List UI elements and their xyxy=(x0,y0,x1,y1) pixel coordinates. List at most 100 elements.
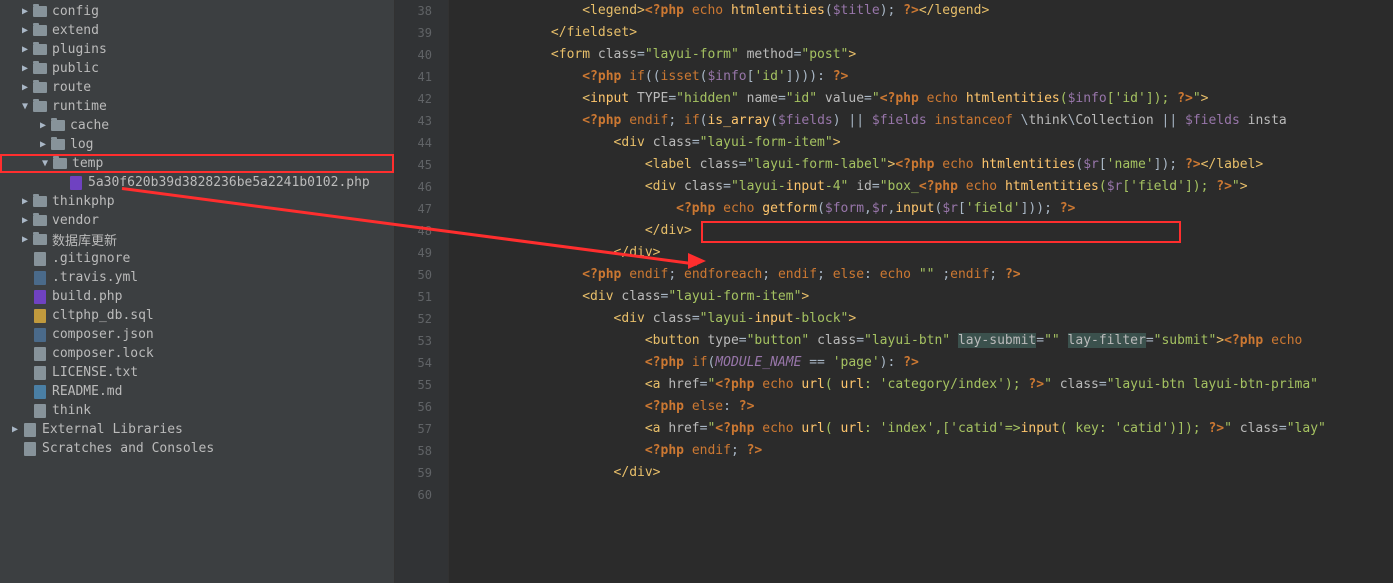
code-line[interactable]: <div class="layui-input-block"> xyxy=(449,308,1393,330)
code-line[interactable]: </fieldset> xyxy=(449,22,1393,44)
code-line[interactable]: <?php endif; if(is_array($fields) || $fi… xyxy=(449,110,1393,132)
tree-file[interactable]: ·build.php xyxy=(0,287,394,306)
chevron-right-icon: ▶ xyxy=(18,215,32,226)
chevron-right-icon: ▶ xyxy=(8,424,22,435)
line-number: 60 xyxy=(395,484,448,506)
folder-icon xyxy=(32,62,48,76)
file-icon xyxy=(32,347,48,361)
tree-label: README.md xyxy=(52,384,122,399)
folder-icon xyxy=(32,81,48,95)
tree-file[interactable]: ·.gitignore xyxy=(0,249,394,268)
line-number: 49 xyxy=(395,242,448,264)
tree-file[interactable]: ·think xyxy=(0,401,394,420)
tree-label: composer.json xyxy=(52,327,154,342)
line-number-gutter: 38 39 40 41 42 43 44 45 46 47 48 49 50 5… xyxy=(395,0,449,583)
line-number: 56 xyxy=(395,396,448,418)
tree-folder[interactable]: ▶vendor xyxy=(0,211,394,230)
code-line[interactable]: <a href="<?php echo url( url: 'category/… xyxy=(449,374,1393,396)
line-number: 55 xyxy=(395,374,448,396)
tree-label: 数据库更新 xyxy=(52,230,117,249)
tree-folder[interactable]: ▶ config xyxy=(0,2,394,21)
tree-label: Scratches and Consoles xyxy=(42,441,214,456)
tree-file[interactable]: ·cltphp_db.sql xyxy=(0,306,394,325)
tree-folder[interactable]: ▼runtime xyxy=(0,97,394,116)
tree-folder-highlighted[interactable]: ▼ temp xyxy=(0,154,394,173)
code-line[interactable]: <button type="button" class="layui-btn" … xyxy=(449,330,1393,352)
code-line[interactable]: </div> xyxy=(449,242,1393,264)
code-content[interactable]: <legend><?php echo htmlentities($title);… xyxy=(449,0,1393,583)
tree-file[interactable]: ·composer.json xyxy=(0,325,394,344)
folder-icon xyxy=(50,119,66,133)
folder-icon xyxy=(32,100,48,114)
code-line[interactable]: <legend><?php echo htmlentities($title);… xyxy=(449,0,1393,22)
tree-folder[interactable]: ▶extend xyxy=(0,21,394,40)
code-line[interactable]: <label class="layui-form-label"><?php ec… xyxy=(449,154,1393,176)
tree-label: .travis.yml xyxy=(52,270,138,285)
code-line[interactable]: <?php if((isset($info['id']))): ?> xyxy=(449,66,1393,88)
line-number: 40 xyxy=(395,44,448,66)
code-line[interactable]: <?php else: ?> xyxy=(449,396,1393,418)
tree-label: temp xyxy=(72,156,103,171)
folder-icon xyxy=(32,24,48,38)
tree-label: config xyxy=(52,4,99,19)
line-number: 41 xyxy=(395,66,448,88)
chevron-down-icon: ▼ xyxy=(18,101,32,112)
php-file-icon xyxy=(68,176,84,190)
line-number: 58 xyxy=(395,440,448,462)
tree-scratches[interactable]: ·Scratches and Consoles xyxy=(0,439,394,458)
chevron-down-icon: ▼ xyxy=(38,158,52,169)
txt-file-icon xyxy=(32,366,48,380)
json-file-icon xyxy=(32,328,48,342)
code-line[interactable]: <?php echo getform($form,$r,input($r['fi… xyxy=(449,198,1393,220)
chevron-right-icon: ▶ xyxy=(36,120,50,131)
md-file-icon xyxy=(32,385,48,399)
code-line[interactable]: <div class="layui-form-item"> xyxy=(449,286,1393,308)
tree-file[interactable]: ·.travis.yml xyxy=(0,268,394,287)
line-number: 46 xyxy=(395,176,448,198)
tree-folder[interactable]: ▶ plugins xyxy=(0,40,394,59)
tree-folder[interactable]: ▶log xyxy=(0,135,394,154)
code-line[interactable]: <div class="layui-input-4" id="box_<?php… xyxy=(449,176,1393,198)
line-number: 50 xyxy=(395,264,448,286)
chevron-right-icon: ▶ xyxy=(18,6,32,17)
chevron-right-icon: ▶ xyxy=(18,234,32,245)
code-line[interactable]: <a href="<?php echo url( url: 'index',['… xyxy=(449,418,1393,440)
folder-icon xyxy=(32,214,48,228)
tree-folder[interactable]: ▶cache xyxy=(0,116,394,135)
tree-label: composer.lock xyxy=(52,346,154,361)
tree-file[interactable]: ·README.md xyxy=(0,382,394,401)
code-line[interactable]: <div class="layui-form-item"> xyxy=(449,132,1393,154)
sql-file-icon xyxy=(32,309,48,323)
file-icon xyxy=(32,252,48,266)
line-number: 57 xyxy=(395,418,448,440)
tree-folder[interactable]: ▶route xyxy=(0,78,394,97)
line-number: 59 xyxy=(395,462,448,484)
tree-folder[interactable]: ▶ 数据库更新 xyxy=(0,230,394,249)
chevron-right-icon: ▶ xyxy=(18,44,32,55)
tree-file[interactable]: ·5a30f620b39d3828236be5a2241b0102.php xyxy=(0,173,394,192)
line-number: 43 xyxy=(395,110,448,132)
line-number: 38 xyxy=(395,0,448,22)
code-line[interactable]: <?php endif; endforeach; endif; else: ec… xyxy=(449,264,1393,286)
tree-folder[interactable]: ▶public xyxy=(0,59,394,78)
tree-label: plugins xyxy=(52,42,107,57)
line-number: 45 xyxy=(395,154,448,176)
tree-label: thinkphp xyxy=(52,194,115,209)
folder-icon xyxy=(32,195,48,209)
tree-label: log xyxy=(70,137,93,152)
code-line[interactable]: <input TYPE="hidden" name="id" value="<?… xyxy=(449,88,1393,110)
code-editor[interactable]: 38 39 40 41 42 43 44 45 46 47 48 49 50 5… xyxy=(395,0,1393,583)
code-line[interactable]: </div> xyxy=(449,220,1393,242)
code-line[interactable]: <?php if(MODULE_NAME == 'page'): ?> xyxy=(449,352,1393,374)
code-line[interactable]: <form class="layui-form" method="post"> xyxy=(449,44,1393,66)
tree-external-libraries[interactable]: ▶External Libraries xyxy=(0,420,394,439)
tree-label: build.php xyxy=(52,289,122,304)
code-line[interactable]: </div> xyxy=(449,462,1393,484)
tree-file[interactable]: ·LICENSE.txt xyxy=(0,363,394,382)
code-line[interactable]: <?php endif; ?> xyxy=(449,440,1393,462)
tree-folder[interactable]: ▶thinkphp xyxy=(0,192,394,211)
tree-file[interactable]: ·composer.lock xyxy=(0,344,394,363)
line-number: 53 xyxy=(395,330,448,352)
tree-label: public xyxy=(52,61,99,76)
tree-label: LICENSE.txt xyxy=(52,365,138,380)
